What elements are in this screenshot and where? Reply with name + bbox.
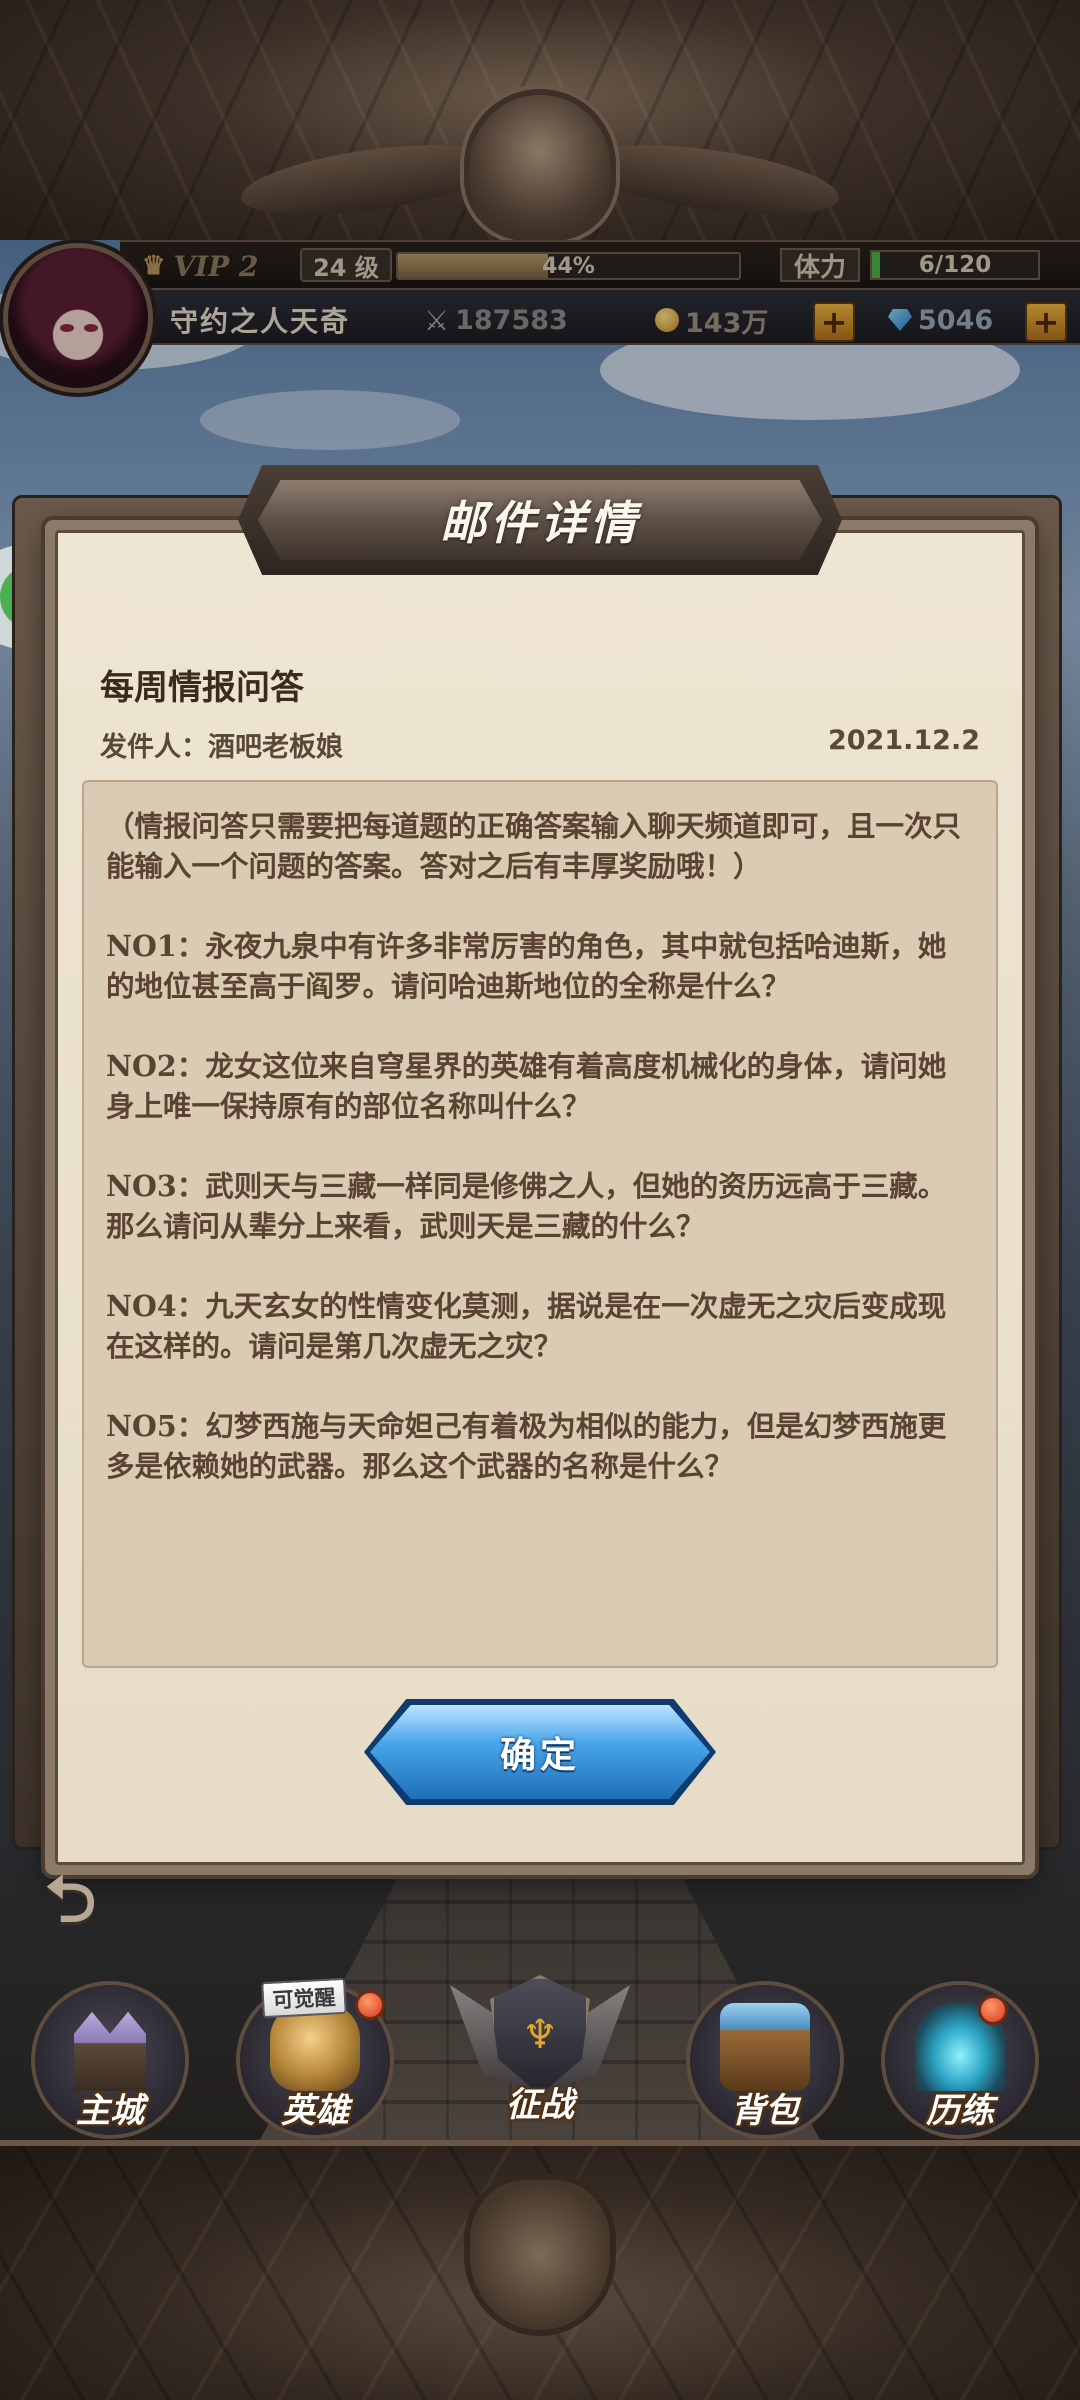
dialog-title: 邮件详情 [440, 496, 640, 550]
mail-body-paragraph: NO3：武则天与三藏一样同是修佛之人，但她的资历远高于三藏。那么请问从辈分上来看… [106, 1169, 947, 1243]
hero-notification-dot [355, 1990, 385, 2020]
nav-label: 主城 [76, 2091, 144, 2131]
mail-body-paragraph: NO1：永夜九泉中有许多非常厉害的角色，其中就包括哈迪斯，她的地位甚至高于阎罗。… [106, 929, 947, 1003]
confirm-button[interactable]: 确定 [370, 1705, 710, 1799]
mail-body-paragraph: NO4：九天玄女的性情变化莫测，据说是在一次虚无之灾后变成现在这样的。请问是第几… [106, 1289, 947, 1363]
awaken-tag: 可觉醒 [261, 1977, 347, 2019]
mail-body[interactable]: （情报问答只需要把每道题的正确答案输入聊天频道即可，且一次只能输入一个问题的答案… [82, 780, 998, 1668]
mail-subject: 每周情报问答 [100, 668, 304, 708]
nav-label: 英雄 [281, 2091, 349, 2131]
bottom-crest-emblem [470, 2180, 610, 2330]
back-arrow-icon[interactable]: ⮌ [45, 1868, 155, 1932]
nav-backpack[interactable]: 背包 [690, 1985, 840, 2135]
nav-label: 征战 [506, 2085, 574, 2125]
top-crest-emblem [470, 95, 610, 235]
nav-campaign[interactable]: ♆ 征战 [450, 1965, 630, 2145]
mail-date: 2021.12.2 [827, 725, 980, 756]
training-notification-dot [978, 1995, 1008, 2025]
nav-main-city[interactable]: 主城 [35, 1985, 185, 2135]
mail-body-paragraph: （情报问答只需要把每道题的正确答案输入聊天频道即可，且一次只能输入一个问题的答案… [106, 809, 962, 883]
nav-training[interactable]: 历练 [885, 1985, 1035, 2135]
title-plate: 邮件详情 [258, 480, 822, 560]
trident-icon: ♆ [522, 2012, 558, 2058]
mail-body-paragraph: NO5：幻梦西施与天命妲己有着极为相似的能力，但是幻梦西施更多是依赖她的武器。那… [106, 1409, 947, 1483]
nav-label: 背包 [731, 2091, 799, 2131]
mail-body-paragraph: NO2：龙女这位来自穹星界的英雄有着高度机械化的身体，请问她身上唯一保持原有的部… [106, 1049, 947, 1123]
mail-sender: 发件人：酒吧老板娘 [100, 732, 343, 763]
backpack-chest-icon [720, 2003, 810, 2091]
nav-label: 历练 [926, 2091, 994, 2131]
confirm-button-label: 确定 [499, 1735, 580, 1776]
